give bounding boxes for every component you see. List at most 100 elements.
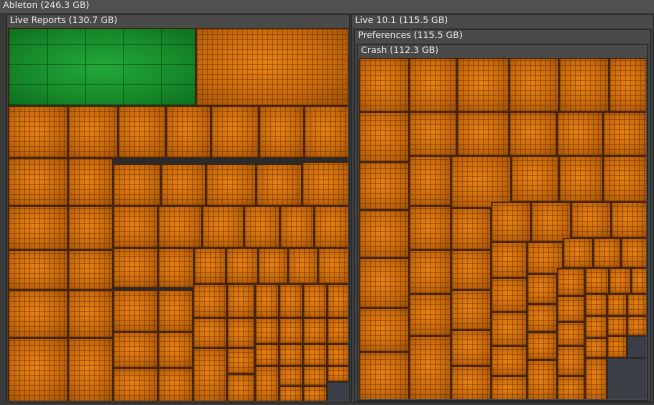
file-tile[interactable] — [451, 366, 491, 399]
file-tile[interactable] — [327, 318, 348, 344]
file-tile[interactable] — [113, 164, 161, 206]
file-tile[interactable] — [327, 284, 348, 318]
file-tile[interactable] — [227, 284, 255, 318]
file-tile[interactable] — [8, 158, 68, 206]
file-tile[interactable] — [607, 336, 627, 358]
file-tile[interactable] — [491, 312, 527, 346]
file-tile[interactable] — [563, 238, 593, 268]
file-tile[interactable] — [409, 58, 457, 112]
file-tile[interactable] — [244, 206, 280, 248]
file-tile[interactable] — [8, 206, 68, 250]
file-tile[interactable] — [627, 294, 646, 316]
file-tile[interactable] — [227, 318, 255, 348]
file-tile[interactable] — [158, 290, 193, 332]
file-tile[interactable] — [8, 338, 68, 401]
file-tile[interactable] — [585, 268, 609, 294]
file-tile[interactable] — [288, 248, 318, 284]
file-tile[interactable] — [259, 106, 304, 158]
file-tile[interactable] — [158, 332, 193, 368]
file-tile[interactable] — [557, 296, 585, 322]
file-tile[interactable] — [158, 206, 202, 248]
file-tile[interactable] — [206, 164, 256, 206]
file-tile[interactable] — [531, 202, 571, 242]
file-tile[interactable] — [196, 28, 348, 106]
file-tile[interactable] — [603, 112, 646, 156]
file-tile[interactable] — [303, 284, 327, 318]
file-tile[interactable] — [611, 202, 646, 238]
file-tile[interactable] — [255, 344, 279, 366]
file-tile[interactable] — [8, 106, 68, 158]
file-tile[interactable] — [607, 316, 627, 336]
file-tile[interactable] — [279, 386, 303, 401]
file-tile[interactable] — [585, 338, 607, 358]
file-tile[interactable] — [359, 258, 409, 308]
file-tile[interactable] — [457, 58, 509, 112]
file-tile[interactable] — [557, 268, 585, 296]
file-tile[interactable] — [158, 248, 194, 288]
file-tile[interactable] — [557, 346, 585, 376]
file-tile[interactable] — [559, 156, 603, 202]
small-files-tile[interactable] — [607, 358, 646, 399]
file-tile[interactable] — [166, 106, 211, 158]
small-files-tile[interactable] — [627, 336, 646, 358]
file-tile[interactable] — [451, 330, 491, 366]
file-tile[interactable] — [318, 248, 348, 284]
file-tile[interactable] — [68, 338, 113, 401]
file-tile[interactable] — [255, 318, 279, 344]
file-tile[interactable] — [8, 250, 68, 290]
small-files-tile[interactable] — [327, 382, 348, 401]
file-tile[interactable] — [585, 294, 607, 316]
file-tile[interactable] — [491, 376, 527, 399]
file-tile[interactable] — [557, 322, 585, 346]
file-tile[interactable] — [113, 332, 158, 368]
file-tile[interactable] — [193, 284, 227, 318]
file-tile[interactable] — [451, 156, 511, 208]
file-tile[interactable] — [585, 316, 607, 338]
file-tile[interactable] — [227, 348, 255, 374]
file-tile[interactable] — [559, 58, 609, 112]
file-tile[interactable] — [359, 308, 409, 352]
file-tile[interactable] — [409, 112, 457, 156]
file-tile[interactable] — [302, 162, 348, 206]
large-file-tile[interactable] — [8, 28, 196, 106]
file-tile[interactable] — [304, 106, 348, 158]
file-tile[interactable] — [557, 376, 585, 399]
file-tile[interactable] — [609, 58, 646, 112]
file-tile[interactable] — [194, 248, 226, 284]
file-tile[interactable] — [627, 316, 646, 336]
file-tile[interactable] — [303, 386, 327, 401]
file-tile[interactable] — [527, 332, 557, 360]
file-tile[interactable] — [303, 366, 327, 386]
file-tile[interactable] — [359, 352, 409, 399]
file-tile[interactable] — [158, 368, 193, 401]
file-tile[interactable] — [256, 164, 302, 206]
file-tile[interactable] — [113, 290, 158, 332]
file-tile[interactable] — [202, 206, 244, 248]
file-tile[interactable] — [227, 374, 255, 401]
file-tile[interactable] — [226, 248, 258, 284]
file-tile[interactable] — [557, 112, 603, 156]
file-tile[interactable] — [314, 206, 348, 248]
file-tile[interactable] — [491, 278, 527, 312]
file-tile[interactable] — [255, 366, 279, 401]
file-tile[interactable] — [118, 106, 166, 158]
file-tile[interactable] — [359, 162, 409, 210]
file-tile[interactable] — [113, 248, 158, 288]
folder-crash[interactable]: Crash (112.3 GB) — [357, 44, 648, 401]
file-tile[interactable] — [68, 250, 113, 290]
file-tile[interactable] — [359, 112, 409, 162]
file-tile[interactable] — [527, 360, 557, 399]
file-tile[interactable] — [258, 248, 288, 284]
file-tile[interactable] — [409, 206, 451, 250]
file-tile[interactable] — [631, 268, 646, 294]
file-tile[interactable] — [409, 294, 451, 336]
file-tile[interactable] — [527, 304, 557, 332]
file-tile[interactable] — [603, 156, 646, 202]
file-tile[interactable] — [511, 156, 559, 202]
file-tile[interactable] — [451, 290, 491, 330]
file-tile[interactable] — [491, 202, 531, 242]
file-tile[interactable] — [279, 344, 303, 366]
file-tile[interactable] — [193, 318, 227, 348]
file-tile[interactable] — [609, 268, 631, 294]
file-tile[interactable] — [527, 274, 557, 304]
